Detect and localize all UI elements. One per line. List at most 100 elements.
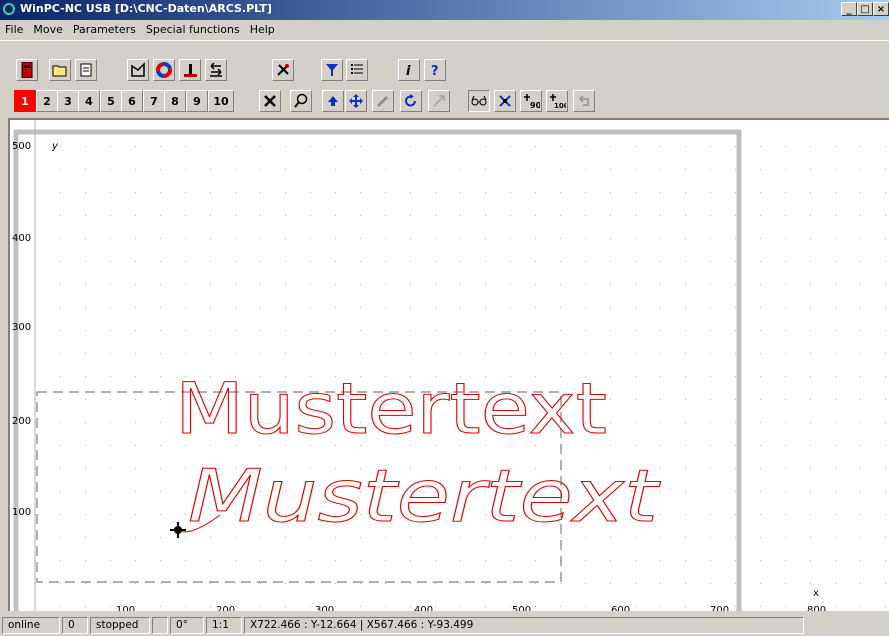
grid-dot — [610, 261, 611, 262]
tool-number-3[interactable]: 3 — [57, 90, 79, 112]
list-button[interactable] — [346, 59, 368, 81]
grid-dot — [235, 215, 236, 216]
grid-dot — [110, 491, 111, 492]
grid-dot — [710, 537, 711, 538]
filter-button[interactable] — [321, 59, 343, 81]
tool-number-8[interactable]: 8 — [164, 90, 186, 112]
grid-dot — [735, 606, 736, 607]
grid-dot — [410, 583, 411, 584]
tool-number-7[interactable]: 7 — [143, 90, 165, 112]
grid-dot — [860, 284, 861, 285]
up-button[interactable] — [322, 90, 344, 112]
rotate-100-button[interactable]: 100 — [546, 90, 568, 112]
grid-dot — [735, 192, 736, 193]
reference-button[interactable] — [179, 59, 201, 81]
grid-dot — [510, 284, 511, 285]
grid-dot — [560, 146, 561, 147]
tool-number-4[interactable]: 4 — [78, 90, 100, 112]
grid-dot — [85, 192, 86, 193]
grid-dot — [210, 330, 211, 331]
plot-canvas[interactable]: y x 500 400 300 200 100 100 200 300 400 … — [8, 118, 889, 611]
grid-dot — [185, 192, 186, 193]
grid-dot — [360, 261, 361, 262]
grid-dot — [85, 238, 86, 239]
grid-dot — [60, 445, 61, 446]
grid-dot — [535, 169, 536, 170]
grid-dot — [710, 376, 711, 377]
tool-number-5[interactable]: 5 — [100, 90, 122, 112]
grid-dot — [410, 169, 411, 170]
open-button[interactable] — [49, 59, 71, 81]
grid-dot — [310, 307, 311, 308]
plot-svg[interactable]: y x 500 400 300 200 100 100 200 300 400 … — [10, 120, 889, 611]
minimize-button[interactable]: _ — [841, 2, 857, 16]
grid-dot — [885, 169, 886, 170]
grid-dot — [585, 238, 586, 239]
rotate-90-button[interactable]: 90 — [520, 90, 542, 112]
grid-dot — [710, 307, 711, 308]
grid-dot — [385, 238, 386, 239]
info-button[interactable]: i — [398, 59, 420, 81]
color-button[interactable] — [153, 59, 175, 81]
grid-dot — [335, 606, 336, 607]
y-axis-label: y — [51, 141, 59, 152]
zoom-button[interactable] — [290, 90, 312, 112]
rotate-button[interactable] — [400, 90, 422, 112]
disabled-tool-button[interactable] — [372, 90, 394, 112]
grid-dot — [810, 146, 811, 147]
grid-dot — [285, 330, 286, 331]
menu-file[interactable]: File — [0, 23, 28, 36]
grid-dot — [60, 583, 61, 584]
grid-dot — [135, 261, 136, 262]
undo-button[interactable] — [573, 90, 595, 112]
grid-dot — [835, 491, 836, 492]
curve-tool-button[interactable] — [127, 59, 149, 81]
grid-dot — [285, 146, 286, 147]
grid-dot — [135, 537, 136, 538]
grid-dot — [635, 146, 636, 147]
grid-dot — [610, 399, 611, 400]
grid-dot — [685, 560, 686, 561]
menu-help[interactable]: Help — [245, 23, 280, 36]
menu-special-functions[interactable]: Special functions — [141, 23, 245, 36]
move-button[interactable] — [345, 90, 367, 112]
grid-dot — [185, 238, 186, 239]
cancel-button[interactable] — [259, 90, 281, 112]
help-button[interactable]: ? — [424, 59, 446, 81]
grid-dot — [85, 261, 86, 262]
tool-number-10[interactable]: 10 — [208, 90, 234, 112]
tool-number-1[interactable]: 1 — [14, 90, 36, 112]
grid-dot — [835, 238, 836, 239]
grid-dot — [235, 238, 236, 239]
grid-dot — [860, 261, 861, 262]
main-toolbar: i ? — [0, 40, 889, 81]
menu-move[interactable]: Move — [28, 23, 68, 36]
tools-button[interactable] — [272, 59, 294, 81]
disabled-spark-button[interactable] — [428, 90, 450, 112]
grid-dot — [760, 330, 761, 331]
glasses-button[interactable] — [468, 90, 490, 112]
center-button[interactable] — [494, 90, 516, 112]
maximize-button[interactable]: □ — [857, 2, 873, 16]
grid-dot — [810, 468, 811, 469]
tool-number-6[interactable]: 6 — [121, 90, 143, 112]
grid-dot — [710, 192, 711, 193]
menu-parameters[interactable]: Parameters — [68, 23, 141, 36]
grid-dot — [810, 445, 811, 446]
tool-number-9[interactable]: 9 — [186, 90, 208, 112]
tool-number-2[interactable]: 2 — [36, 90, 58, 112]
grid-dot — [235, 307, 236, 308]
grid-dot — [110, 146, 111, 147]
grid-dot — [585, 215, 586, 216]
grid-dot — [710, 468, 711, 469]
grid-dot — [560, 192, 561, 193]
grid-dot — [710, 491, 711, 492]
return-button[interactable] — [205, 59, 227, 81]
grid-dot — [160, 215, 161, 216]
grid-dot — [260, 583, 261, 584]
close-button[interactable]: × — [873, 2, 889, 16]
grid-dot — [460, 353, 461, 354]
grid-dot — [210, 238, 211, 239]
exit-button[interactable] — [16, 59, 38, 81]
document-button[interactable] — [75, 59, 97, 81]
